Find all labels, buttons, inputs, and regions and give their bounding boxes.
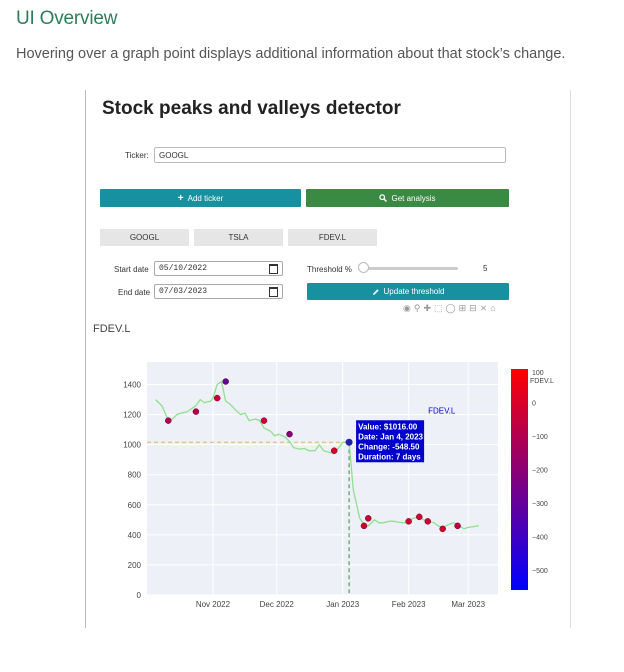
y-tick-label: 600 bbox=[128, 501, 142, 510]
tooltip-change: Change: -548.50 bbox=[358, 442, 420, 451]
x-axis: Nov 2022 Dec 2022 Jan 2023 Feb 2023 Mar 2023 bbox=[196, 600, 486, 609]
peak-valley-marker[interactable] bbox=[416, 513, 423, 521]
hovered-marker[interactable] bbox=[345, 438, 353, 446]
colorbar-tick-label: −400 bbox=[532, 534, 548, 541]
x-tick-label: Jan 2023 bbox=[326, 600, 359, 609]
peak-valley-marker[interactable] bbox=[364, 515, 372, 522]
tooltip-value: Value: $1016.00 bbox=[358, 422, 418, 431]
y-tick-label: 0 bbox=[137, 591, 142, 600]
x-tick-label: Mar 2023 bbox=[451, 600, 485, 609]
y-tick-label: 1000 bbox=[123, 441, 141, 450]
x-tick-label: Dec 2022 bbox=[260, 600, 295, 609]
colorbar-tick-label: −300 bbox=[532, 501, 548, 508]
colorbar-tick-label: −500 bbox=[532, 568, 548, 575]
y-tick-label: 1400 bbox=[123, 381, 141, 390]
colorbar-title: FDEV.L bbox=[530, 378, 554, 385]
peak-valley-marker[interactable] bbox=[405, 518, 412, 525]
colorbar-tick-label: 100 bbox=[532, 370, 544, 377]
peak-valley-marker[interactable] bbox=[213, 394, 221, 402]
x-tick-label: Nov 2022 bbox=[196, 600, 231, 609]
peak-valley-marker[interactable] bbox=[286, 430, 293, 438]
peak-valley-marker[interactable] bbox=[424, 518, 432, 525]
colorbar-tick-label: −100 bbox=[532, 434, 548, 441]
colorbar-ticks: 100 0 −100 −200 −300 −400 −500 bbox=[532, 370, 548, 575]
peak-valley-marker[interactable] bbox=[165, 417, 172, 424]
peak-valley-marker[interactable] bbox=[360, 522, 368, 530]
tooltip-duration: Duration: 7 days bbox=[358, 452, 421, 461]
peak-valley-marker[interactable] bbox=[330, 447, 338, 454]
plot-area bbox=[147, 362, 498, 595]
peak-valley-marker[interactable] bbox=[192, 408, 200, 415]
y-tick-label: 200 bbox=[128, 561, 142, 570]
y-axis: 0 200 400 600 800 1000 1200 1400 bbox=[123, 381, 141, 600]
peak-valley-marker[interactable] bbox=[260, 417, 268, 424]
chart-title: FDEV.L bbox=[93, 323, 131, 335]
peak-valley-marker[interactable] bbox=[222, 378, 229, 385]
tooltip-series-label: FDEV.L bbox=[428, 406, 456, 415]
colorbar-tick-label: 0 bbox=[532, 400, 536, 407]
stock-chart: FDEV.L 0200400600800100012001400 Nov 202… bbox=[93, 323, 554, 609]
peak-valley-marker[interactable] bbox=[454, 522, 461, 530]
peak-valley-marker[interactable] bbox=[439, 525, 446, 533]
colorbar-tick-label: −200 bbox=[532, 467, 548, 474]
y-tick-label: 1200 bbox=[123, 411, 141, 420]
x-tick-label: Feb 2023 bbox=[392, 600, 426, 609]
y-tick-label: 800 bbox=[128, 471, 142, 480]
y-tick-label: 400 bbox=[128, 531, 142, 540]
tooltip-date: Date: Jan 4, 2023 bbox=[358, 432, 423, 441]
colorbar bbox=[511, 369, 528, 590]
